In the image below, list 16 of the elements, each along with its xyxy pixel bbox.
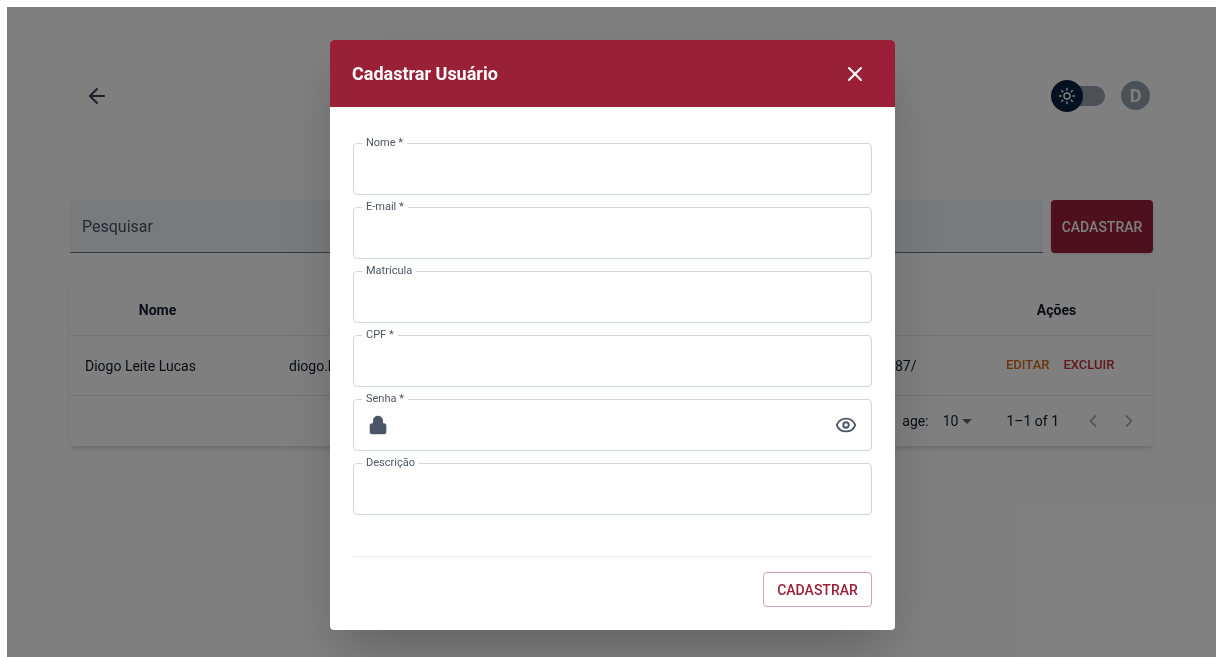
table-cell-text: 87/ [895, 356, 918, 376]
table-cell-text: Diogo Leite Lucas [84, 356, 197, 376]
rows-per-page-label: age: [902, 412, 929, 431]
add-user-button[interactable]: CADASTRAR [1051, 200, 1153, 253]
caret-down-icon [962, 418, 973, 424]
column-header: Ações [1035, 300, 1078, 320]
submit-button[interactable]: CADASTRAR [763, 572, 872, 607]
rows-per-page-select[interactable]: 10 [942, 411, 973, 431]
column-header: Nome [137, 300, 178, 320]
dialog-title: Cadastrar Usuário [352, 61, 498, 86]
lock-icon [368, 415, 388, 435]
pagination-range: 1–1 of 1 [1006, 412, 1059, 431]
sun-icon [1058, 86, 1076, 105]
theme-switch[interactable] [1051, 79, 1107, 112]
table-cell-text: diogo.l [289, 356, 333, 376]
field-label: Descrição [362, 456, 419, 470]
